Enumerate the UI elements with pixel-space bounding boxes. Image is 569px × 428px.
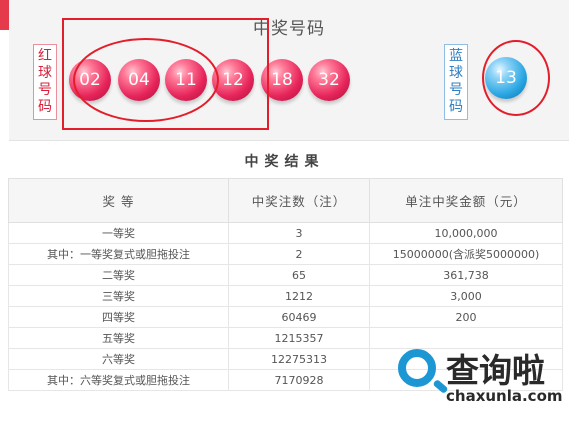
results-title: 中奖结果 [244,154,325,170]
watermark-site-name: 查询啦 [446,351,545,390]
winning-numbers-panel: 中奖号码 红 球 号 码 02 04 11 12 18 32 蓝 球 号 码 1… [9,0,569,141]
table-row: 三等奖 1212 3,000 [7,285,564,307]
table-row: 一等奖 3 10,000,000 [7,222,564,244]
table-header-row: 奖 等 中奖注数（注） 单注中奖金额（元） [7,178,564,223]
annotation-ellipse [73,38,219,122]
blue-label-char: 蓝 [449,48,463,64]
table-row: 二等奖 65 361,738 [7,264,564,286]
prize-amount-cell: 15000000(含派奖5000000) [368,243,564,265]
prize-level-cell: 六等奖 [7,348,230,370]
watermark-site-url: chaxunla.com [446,387,563,405]
blue-ball-label: 蓝 球 号 码 [444,44,468,120]
header-winner-count: 中奖注数（注） [228,178,370,223]
red-label-char: 码 [38,99,52,115]
corner-accent [0,0,9,30]
header-prize-amount: 单注中奖金额（元） [368,178,564,223]
table-row: 四等奖 60469 200 [7,306,564,328]
site-watermark: 查询啦 chaxunla.com [384,340,569,412]
red-label-char: 球 [38,65,52,81]
red-label-char: 号 [38,82,52,98]
red-label-char: 红 [38,48,52,64]
header-prize-level: 奖 等 [7,178,230,223]
prize-level-cell: 四等奖 [7,306,230,328]
winner-count-cell: 1212 [228,285,370,307]
red-ball-label: 红 球 号 码 [33,44,57,120]
blue-label-char: 球 [449,65,463,81]
prize-level-cell: 三等奖 [7,285,230,307]
prize-level-cell: 其中：六等奖复式或胆拖投注 [7,369,230,391]
winner-count-cell: 60469 [228,306,370,328]
prize-amount-cell: 361,738 [368,264,564,286]
blue-label-char: 码 [449,99,463,115]
winner-count-cell: 3 [228,222,370,244]
winner-count-cell: 12275313 [228,348,370,370]
annotation-circle [482,40,550,116]
blue-label-char: 号 [449,82,463,98]
table-row: 其中：一等奖复式或胆拖投注 2 15000000(含派奖5000000) [7,243,564,265]
prize-level-cell: 二等奖 [7,264,230,286]
prize-amount-cell: 3,000 [368,285,564,307]
winner-count-cell: 7170928 [228,369,370,391]
prize-amount-cell: 200 [368,306,564,328]
prize-level-cell: 五等奖 [7,327,230,349]
winner-count-cell: 1215357 [228,327,370,349]
winner-count-cell: 65 [228,264,370,286]
red-ball: 32 [308,59,350,101]
prize-level-cell: 一等奖 [7,222,230,244]
magnifier-logo-icon [398,349,436,387]
prize-level-cell: 其中：一等奖复式或胆拖投注 [7,243,230,265]
prize-amount-cell: 10,000,000 [368,222,564,244]
winner-count-cell: 2 [228,243,370,265]
